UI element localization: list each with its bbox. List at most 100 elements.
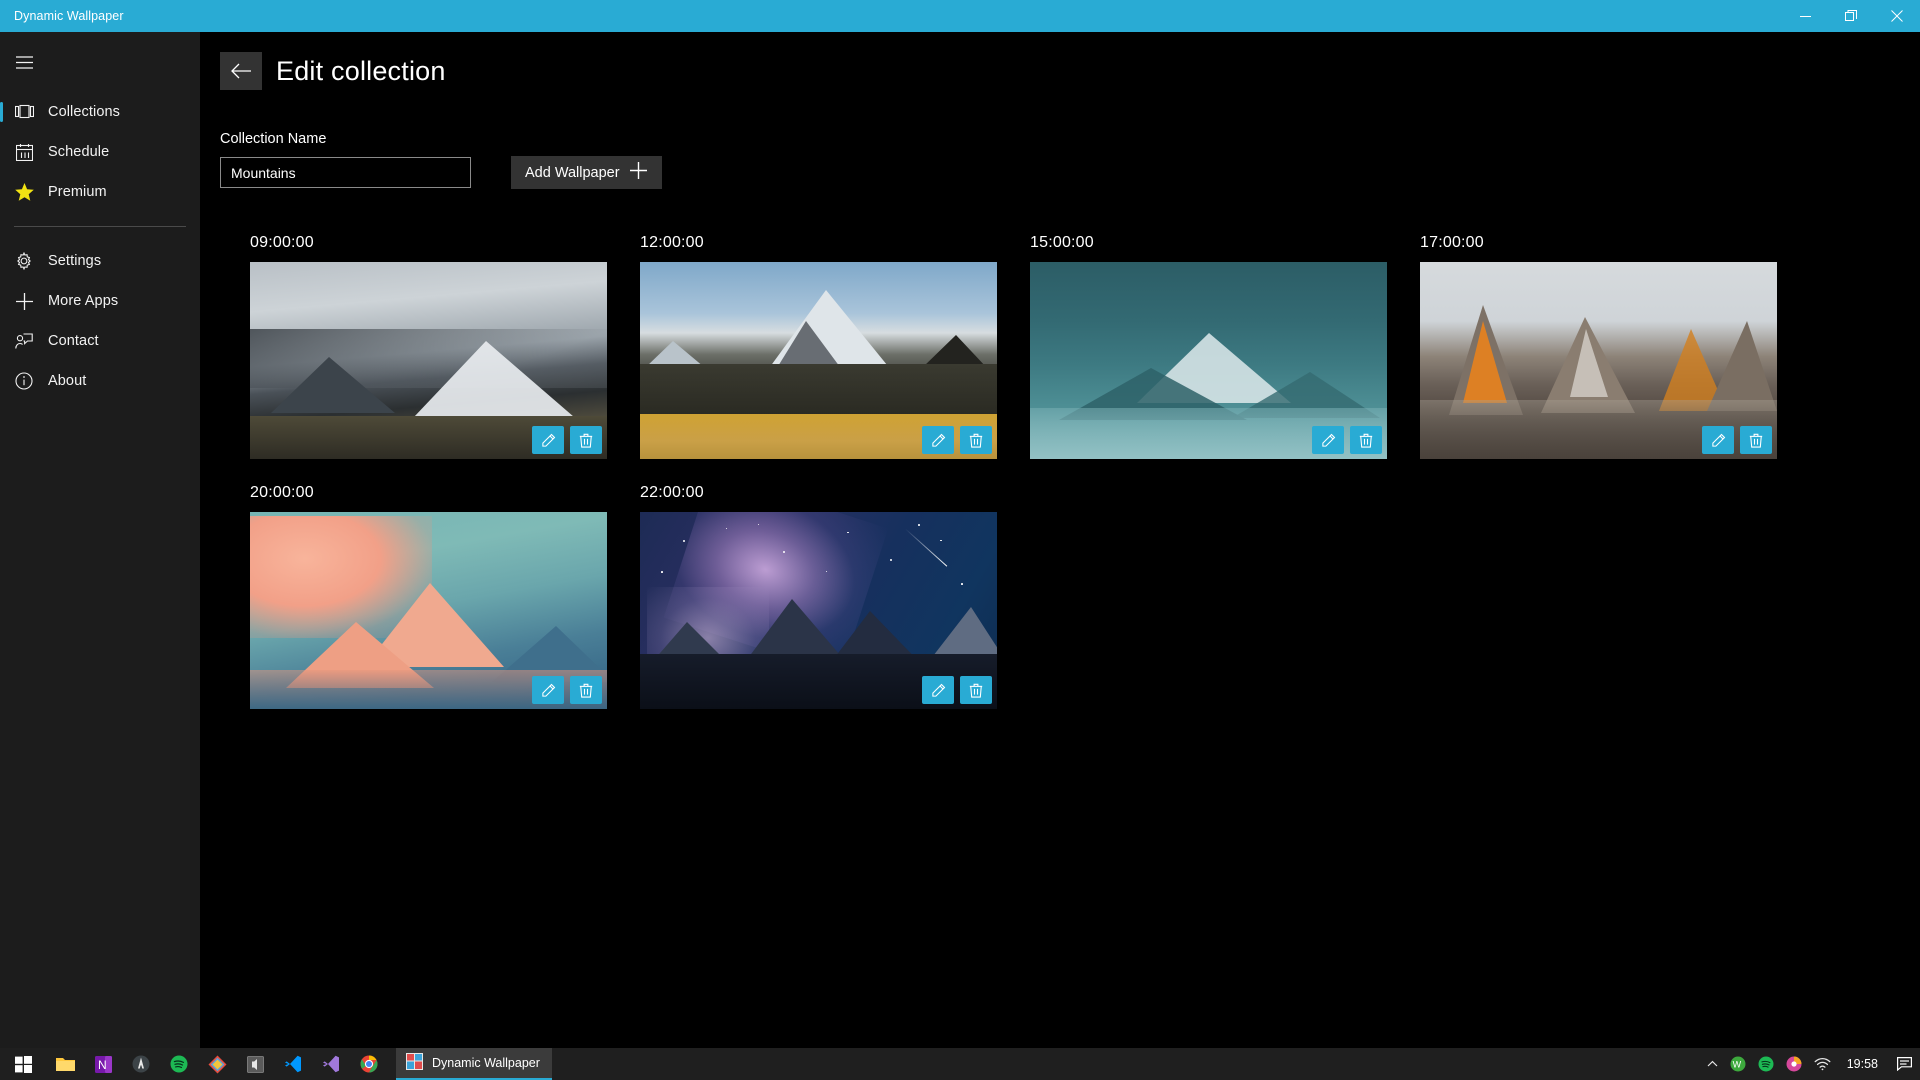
delete-wallpaper-button[interactable]	[1350, 426, 1382, 454]
star-icon	[0, 183, 48, 201]
visual-studio-icon[interactable]	[312, 1048, 350, 1080]
delete-wallpaper-button[interactable]	[960, 676, 992, 704]
spotify-icon[interactable]	[160, 1048, 198, 1080]
add-wallpaper-button[interactable]: Add Wallpaper	[511, 156, 662, 189]
main-content: Edit collection Collection Name Add Wall…	[200, 32, 1920, 1048]
wallpaper-thumbnail[interactable]	[250, 262, 607, 459]
vscode-icon[interactable]	[274, 1048, 312, 1080]
sidebar-item-settings[interactable]: Settings	[0, 241, 200, 281]
plus-icon	[0, 292, 48, 311]
sidebar-item-more-apps[interactable]: More Apps	[0, 281, 200, 321]
delete-wallpaper-button[interactable]	[1740, 426, 1772, 454]
wallpaper-card: 22:00:00	[610, 484, 1000, 709]
page-header: Edit collection	[200, 32, 1920, 90]
wifi-icon[interactable]	[1808, 1048, 1837, 1080]
wallpaper-card: 09:00:00	[220, 234, 610, 459]
sidebar-item-label: Contact	[48, 333, 99, 349]
contact-icon	[0, 332, 48, 350]
close-button[interactable]	[1874, 0, 1920, 32]
sidebar-item-label: More Apps	[48, 293, 119, 309]
wallpaper-actions	[922, 676, 992, 704]
add-wallpaper-label: Add Wallpaper	[525, 164, 620, 181]
start-button-icon[interactable]	[0, 1048, 46, 1080]
onenote-icon[interactable]: N	[84, 1048, 122, 1080]
collections-icon	[0, 104, 48, 120]
minimize-button[interactable]	[1782, 0, 1828, 32]
edit-wallpaper-button[interactable]	[1702, 426, 1734, 454]
wallpaper-time: 20:00:00	[250, 484, 314, 501]
selection-indicator	[0, 102, 3, 122]
info-icon	[0, 372, 48, 390]
show-hidden-icons-chevron-icon[interactable]	[1701, 1048, 1724, 1080]
sidebar-item-premium[interactable]: Premium	[0, 172, 200, 212]
wallpaper-thumbnail[interactable]	[1420, 262, 1777, 459]
sidebar-item-label: Premium	[48, 184, 107, 200]
collection-name-label: Collection Name	[220, 131, 327, 147]
sidebar-item-label: Schedule	[48, 144, 110, 160]
taskbar-active-app[interactable]: Dynamic Wallpaper	[396, 1048, 552, 1080]
collection-name-row: Add Wallpaper	[200, 156, 1920, 189]
wallpaper-time: 22:00:00	[640, 484, 704, 501]
sidebar-item-contact[interactable]: Contact	[0, 321, 200, 361]
dynamic-wallpaper-icon	[406, 1053, 423, 1073]
sidebar-item-about[interactable]: About	[0, 361, 200, 401]
taskbar-app-label: Dynamic Wallpaper	[432, 1056, 540, 1070]
app-window: Dynamic Wallpaper Collections Schedule P…	[0, 0, 1920, 1080]
window-title: Dynamic Wallpaper	[14, 9, 124, 23]
wox-tray-icon[interactable]: W	[1724, 1048, 1752, 1080]
calendar-icon	[0, 143, 48, 161]
back-button[interactable]	[220, 52, 262, 90]
wallpaper-card: 15:00:00	[1000, 234, 1390, 459]
wallpaper-actions	[532, 426, 602, 454]
taskbar: N Dynamic Wallpaper W 19:58	[0, 1048, 1920, 1080]
edit-wallpaper-button[interactable]	[532, 426, 564, 454]
wallpaper-thumbnail[interactable]	[640, 512, 997, 709]
wallpaper-card: 20:00:00	[220, 484, 610, 709]
wallpaper-thumbnail[interactable]	[250, 512, 607, 709]
sidebar-item-collections[interactable]: Collections	[0, 92, 200, 132]
delete-wallpaper-button[interactable]	[570, 426, 602, 454]
notification-center-icon[interactable]	[1888, 1048, 1920, 1080]
wallpaper-thumbnail[interactable]	[640, 262, 997, 459]
wallpaper-time: 09:00:00	[250, 234, 314, 251]
svg-text:W: W	[1732, 1060, 1741, 1070]
chrome-icon[interactable]	[350, 1048, 388, 1080]
yandex-browser-icon[interactable]	[122, 1048, 160, 1080]
plus-icon	[629, 161, 648, 184]
collection-name-input[interactable]	[220, 157, 471, 188]
edit-wallpaper-button[interactable]	[1312, 426, 1344, 454]
hamburger-menu-icon[interactable]	[0, 38, 48, 86]
system-tray: W 19:58	[1701, 1048, 1920, 1080]
delete-wallpaper-button[interactable]	[960, 426, 992, 454]
taskbar-clock[interactable]: 19:58	[1837, 1048, 1888, 1080]
nexusmods-icon[interactable]	[198, 1048, 236, 1080]
title-bar: Dynamic Wallpaper	[0, 0, 1920, 32]
edit-wallpaper-button[interactable]	[532, 676, 564, 704]
maximize-restore-button[interactable]	[1828, 0, 1874, 32]
media-player-icon[interactable]	[236, 1048, 274, 1080]
sidebar-item-schedule[interactable]: Schedule	[0, 132, 200, 172]
delete-wallpaper-button[interactable]	[570, 676, 602, 704]
wallpaper-time: 15:00:00	[1030, 234, 1094, 251]
sidebar: Collections Schedule Premium Settings Mo…	[0, 32, 200, 1048]
wallpaper-card: 17:00:00	[1390, 234, 1780, 459]
file-explorer-icon[interactable]	[46, 1048, 84, 1080]
wallpaper-actions	[1312, 426, 1382, 454]
svg-text:N: N	[98, 1058, 107, 1072]
edit-wallpaper-button[interactable]	[922, 676, 954, 704]
sidebar-item-label: Settings	[48, 253, 102, 269]
sidebar-divider	[14, 226, 186, 227]
wallpaper-time: 12:00:00	[640, 234, 704, 251]
edit-wallpaper-button[interactable]	[922, 426, 954, 454]
sidebar-item-label: About	[48, 373, 87, 389]
page-title: Edit collection	[276, 55, 446, 86]
wallpaper-time: 17:00:00	[1420, 234, 1484, 251]
gear-icon	[0, 252, 48, 270]
spotify-tray-icon[interactable]	[1752, 1048, 1780, 1080]
sidebar-nav: Collections Schedule Premium Settings Mo…	[0, 92, 200, 401]
poweriso-tray-icon[interactable]	[1780, 1048, 1808, 1080]
wallpaper-thumbnail[interactable]	[1030, 262, 1387, 459]
wallpaper-grid: 09:00:00 12:00:00 15:00:00 17:00:00 20:0…	[200, 234, 1920, 734]
wallpaper-actions	[1702, 426, 1772, 454]
wallpaper-actions	[922, 426, 992, 454]
